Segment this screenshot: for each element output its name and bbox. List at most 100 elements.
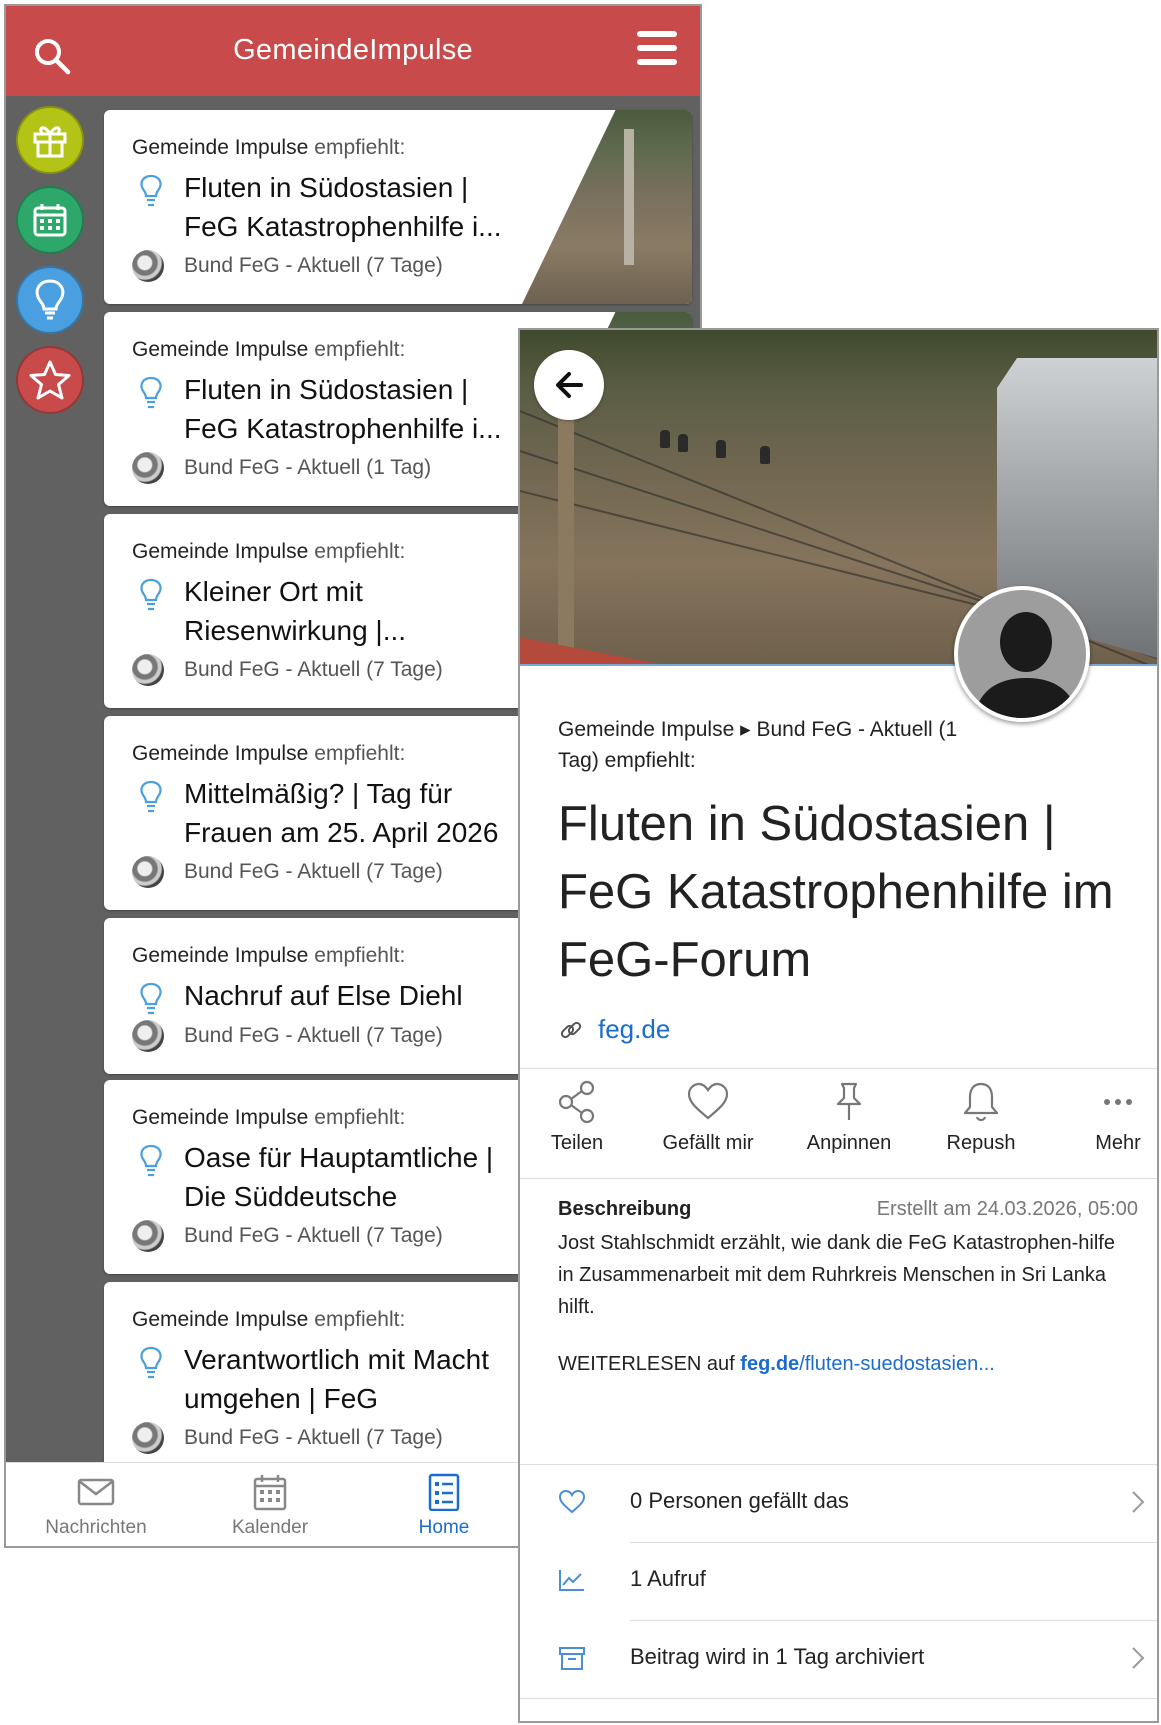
recommendation-line: Gemeinde Impulse ▸ Bund FeG - Aktuell (1… — [558, 718, 958, 772]
lightbulb-icon — [140, 1144, 162, 1177]
card-recommender: Gemeinde Impulse — [132, 1308, 309, 1331]
envelope-icon — [77, 1478, 115, 1506]
source-avatar — [132, 856, 164, 888]
card-recommends-label: empfiehlt: — [314, 136, 406, 159]
calendar-icon — [253, 1475, 287, 1511]
card-recommendation: Gemeinde Impulse empfiehlt: — [132, 944, 405, 968]
card-recommender: Gemeinde Impulse — [132, 540, 309, 563]
lightbulb-icon — [140, 1346, 162, 1379]
more-dots-icon — [1104, 1099, 1132, 1105]
read-more-domain[interactable]: feg.de — [740, 1353, 799, 1375]
bell-icon — [963, 1082, 999, 1122]
card-recommends-label: empfiehlt: — [314, 338, 406, 361]
link-icon — [560, 1021, 582, 1038]
lightbulb-icon — [140, 376, 162, 409]
post-detail-screen: Gemeinde Impulse ▸ Bund FeG - Aktuell (1… — [518, 328, 1159, 1723]
card-thumbnail — [522, 110, 692, 304]
nav-home-label: Home — [418, 1517, 470, 1538]
star-icon — [29, 360, 71, 400]
card-recommends-label: empfiehlt: — [314, 540, 406, 563]
card-recommender: Gemeinde Impulse — [132, 1106, 309, 1129]
share-button[interactable]: Teilen — [542, 1080, 612, 1155]
source-link[interactable]: feg.de — [558, 1014, 670, 1045]
likes-count: 0 Personen gefällt das — [630, 1488, 849, 1513]
pin-label: Anpinnen — [806, 1132, 892, 1154]
share-label: Teilen — [550, 1132, 604, 1154]
nav-messages[interactable]: Nachrichten — [6, 1473, 186, 1539]
back-button[interactable] — [534, 350, 604, 420]
card-source: Bund FeG - Aktuell (7 Tage) — [132, 1220, 443, 1252]
app-title: GemeindeImpulse — [233, 34, 473, 66]
archive-box-icon — [559, 1647, 585, 1670]
card-source-label: Bund FeG - Aktuell (7 Tage) — [184, 1024, 443, 1047]
card-source: Bund FeG - Aktuell (7 Tage) — [132, 654, 443, 686]
card-source-label: Bund FeG - Aktuell (1 Tag) — [184, 456, 432, 479]
card-recommendation: Gemeinde Impulse empfiehlt: — [132, 1106, 405, 1130]
card-recommends-label: empfiehlt: — [314, 742, 406, 765]
nav-home[interactable]: Home — [354, 1473, 534, 1539]
card-recommendation: Gemeinde Impulse empfiehlt: — [132, 540, 405, 564]
card-recommends-label: empfiehlt: — [314, 1308, 406, 1331]
card-title[interactable]: Nachruf auf Else Diehl — [184, 976, 514, 1015]
source-avatar — [132, 1220, 164, 1252]
read-more-path[interactable]: /fluten-suedostasien... — [799, 1353, 995, 1375]
card-recommends-label: empfiehlt: — [314, 1106, 406, 1129]
source-avatar — [132, 1422, 164, 1454]
lightbulb-icon — [140, 780, 162, 813]
source-avatar — [132, 654, 164, 686]
views-count: 1 Aufruf — [630, 1566, 706, 1591]
heart-icon — [687, 1082, 729, 1120]
pin-button[interactable]: Anpinnen — [794, 1080, 904, 1155]
like-label: Gefällt mir — [662, 1132, 754, 1154]
card-title[interactable]: Kleiner Ort mit Riesenwirkung |... — [184, 572, 514, 650]
card-source-label: Bund FeG - Aktuell (7 Tage) — [184, 860, 443, 883]
more-button[interactable]: Mehr — [1088, 1080, 1148, 1155]
nav-calendar-label: Kalender — [231, 1517, 309, 1538]
card-source: Bund FeG - Aktuell (1 Tag) — [132, 452, 431, 484]
nav-calendar[interactable]: Kalender — [180, 1473, 360, 1539]
more-label: Mehr — [1095, 1132, 1141, 1154]
list-icon — [428, 1473, 460, 1511]
arrow-left-icon — [556, 372, 583, 398]
card-source: Bund FeG - Aktuell (7 Tage) — [132, 856, 443, 888]
like-button[interactable]: Gefällt mir — [648, 1080, 768, 1155]
nav-messages-label: Nachrichten — [45, 1517, 147, 1538]
card-source: Bund FeG - Aktuell (7 Tage) — [132, 1020, 443, 1052]
card-source-label: Bund FeG - Aktuell (7 Tage) — [184, 658, 443, 681]
card-source-label: Bund FeG - Aktuell (7 Tage) — [184, 254, 443, 277]
card-title[interactable]: Oase für Hauptamtliche | Die Süddeutsche — [184, 1138, 514, 1216]
card-recommendation: Gemeinde Impulse empfiehlt: — [132, 742, 405, 766]
category-gift-button[interactable] — [16, 106, 84, 174]
category-favorites-button[interactable] — [16, 346, 84, 414]
source-link-text[interactable]: feg.de — [598, 1014, 670, 1045]
read-more-prefix: WEITERLESEN auf — [558, 1353, 741, 1375]
chart-trend-icon — [559, 1570, 584, 1591]
repush-button[interactable]: Repush — [936, 1080, 1026, 1155]
views-row: 1 Aufruf — [520, 1544, 1157, 1620]
card-recommender: Gemeinde Impulse — [132, 944, 309, 967]
archive-notice: Beitrag wird in 1 Tag archiviert — [630, 1644, 925, 1669]
category-impulse-button[interactable] — [16, 266, 84, 334]
repush-label: Repush — [946, 1132, 1016, 1154]
heart-icon — [558, 1489, 586, 1514]
archive-row[interactable]: Beitrag wird in 1 Tag archiviert — [520, 1622, 1157, 1698]
hamburger-menu-icon[interactable] — [636, 28, 678, 68]
card-recommends-label: empfiehlt: — [314, 944, 406, 967]
chevron-right-icon — [1132, 1647, 1145, 1669]
likes-row[interactable]: 0 Personen gefällt das — [520, 1466, 1157, 1542]
lightbulb-icon — [140, 982, 162, 1015]
pin-icon — [836, 1082, 862, 1120]
feed-card[interactable]: Gemeinde Impulse empfiehlt: Fluten in Südo… — [104, 110, 692, 304]
card-title[interactable]: Fluten in Südostasien | FeG Katastrophen… — [184, 370, 514, 448]
category-calendar-button[interactable] — [16, 186, 84, 254]
gift-icon — [33, 126, 67, 158]
source-avatar — [132, 452, 164, 484]
read-more[interactable]: WEITERLESEN auf feg.de/fluten-suedostasi… — [558, 1353, 1138, 1376]
card-title[interactable]: Fluten in Südostasien | FeG Katastrophen… — [184, 168, 514, 246]
card-recommender: Gemeinde Impulse — [132, 136, 309, 159]
avatar[interactable] — [954, 586, 1090, 722]
card-source-label: Bund FeG - Aktuell (7 Tage) — [184, 1224, 443, 1247]
source-avatar — [132, 1020, 164, 1052]
card-title[interactable]: Verantwortlich mit Macht umgehen | FeG S… — [184, 1340, 514, 1420]
card-title[interactable]: Mittelmäßig? | Tag für Frauen am 25. Apr… — [184, 774, 514, 852]
